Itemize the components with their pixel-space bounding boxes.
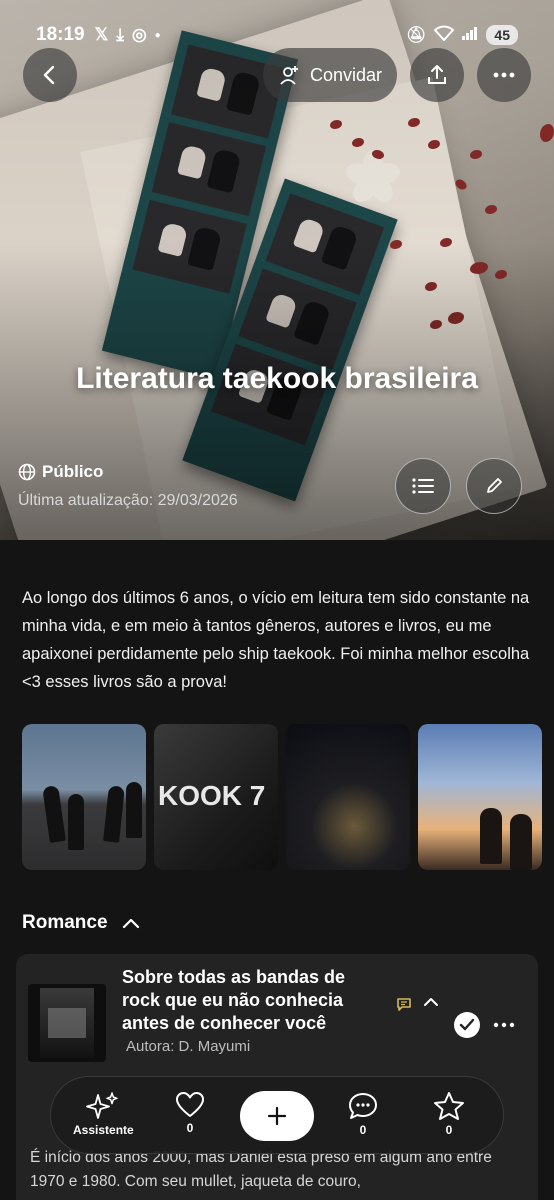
book-author: Autora: D. Mayumi bbox=[126, 1038, 251, 1055]
globe-icon bbox=[18, 463, 36, 481]
gallery-image[interactable] bbox=[22, 724, 146, 870]
more-icon bbox=[493, 72, 515, 78]
comments-button[interactable]: 0 bbox=[347, 1091, 379, 1137]
check-icon[interactable] bbox=[454, 1012, 480, 1038]
signal-icon bbox=[462, 26, 478, 45]
plus-icon bbox=[267, 1106, 287, 1126]
chevron-up-icon bbox=[122, 918, 139, 929]
add-button[interactable] bbox=[240, 1091, 314, 1141]
visibility-label: Público bbox=[18, 462, 103, 482]
star-count: 0 bbox=[445, 1123, 453, 1137]
comment-icon[interactable] bbox=[394, 994, 414, 1014]
share-button[interactable] bbox=[410, 48, 464, 102]
list-view-button[interactable] bbox=[395, 458, 451, 514]
download-icon: ⤓ bbox=[116, 25, 124, 44]
chevron-up-icon[interactable] bbox=[420, 992, 442, 1012]
list-title: Literatura taekook brasileira bbox=[76, 362, 478, 395]
rate-button[interactable]: 0 bbox=[433, 1091, 465, 1137]
add-person-icon bbox=[280, 66, 298, 85]
invite-button[interactable]: Convidar bbox=[263, 48, 397, 102]
list-icon bbox=[412, 478, 434, 494]
like-button[interactable]: 0 bbox=[175, 1091, 205, 1135]
star-icon bbox=[434, 1092, 464, 1120]
battery-indicator: 45 bbox=[486, 25, 518, 45]
like-count: 0 bbox=[186, 1121, 194, 1135]
status-time: 18:19 bbox=[36, 24, 85, 45]
comment-count: 0 bbox=[359, 1123, 367, 1137]
section-header[interactable]: Romance bbox=[22, 912, 140, 934]
bottom-nav: Assistente 0 0 0 bbox=[50, 1076, 504, 1154]
chevron-left-icon bbox=[43, 65, 55, 85]
gallery-image[interactable] bbox=[286, 724, 410, 870]
pencil-icon bbox=[487, 478, 502, 493]
share-icon bbox=[428, 65, 446, 84]
more-button[interactable] bbox=[477, 48, 531, 102]
list-description: Ao longo dos últimos 6 anos, o vício em … bbox=[22, 589, 530, 691]
gallery-image[interactable] bbox=[418, 724, 542, 870]
x-icon: 𝕏 bbox=[94, 25, 109, 44]
dot-icon: ● bbox=[154, 29, 161, 41]
wifi-icon bbox=[433, 25, 455, 46]
assistant-label: Assistente bbox=[73, 1123, 134, 1137]
last-updated: Última atualização: 29/03/2026 bbox=[18, 492, 238, 509]
more-icon[interactable] bbox=[492, 1014, 516, 1036]
mute-icon: 🔕︎ bbox=[406, 27, 427, 44]
heart-icon bbox=[176, 1092, 204, 1117]
book-title[interactable]: Sobre todas as bandas de rock que eu não… bbox=[122, 966, 382, 1035]
invite-label: Convidar bbox=[309, 64, 383, 85]
photo-gallery: KOOK 7 bbox=[22, 724, 542, 870]
back-button[interactable] bbox=[23, 48, 77, 102]
book-cover bbox=[28, 984, 106, 1062]
edit-button[interactable] bbox=[466, 458, 522, 514]
status-bar: 18:19 𝕏 ⤓ ◎ ● 🔕︎ 45 bbox=[0, 0, 554, 54]
whatsapp-icon: ◎ bbox=[131, 25, 147, 44]
chat-bubble-icon bbox=[349, 1093, 377, 1119]
section-title: Romance bbox=[22, 912, 108, 933]
assistant-button[interactable]: Assistente bbox=[73, 1091, 134, 1137]
sparkles-icon bbox=[86, 1092, 119, 1119]
gallery-image[interactable]: KOOK 7 bbox=[154, 724, 278, 870]
